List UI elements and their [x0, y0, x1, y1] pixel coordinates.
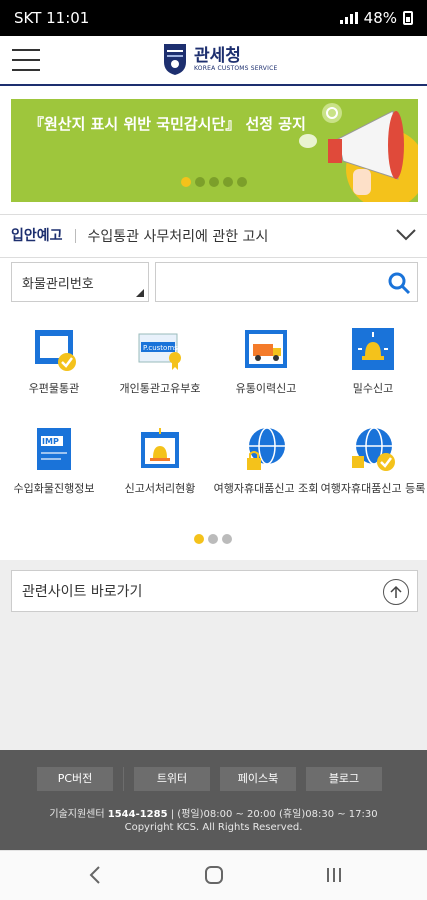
service-item-distribution[interactable]: 유통이력신고	[213, 326, 319, 396]
recent-apps-icon[interactable]	[324, 865, 344, 885]
footer-link-pc[interactable]: PC버전	[37, 767, 113, 791]
report-status-icon	[141, 428, 179, 468]
service-item-pcustoms[interactable]: P.customs 개인통관고유부호	[107, 326, 213, 396]
related-sites-label: 관련사이트 바로가기	[22, 584, 143, 600]
search-input-box	[155, 262, 418, 302]
support-number: 1544-1285	[107, 809, 168, 820]
footer-links: PC버전 트위터 페이스북 블로그	[37, 767, 382, 791]
service-pager[interactable]	[194, 534, 232, 544]
svg-text:IMP: IMP	[42, 437, 59, 446]
carrier-time: SKT 11:01	[14, 9, 90, 27]
kcs-logo[interactable]: 관세청 KOREA CUSTOMS SERVICE	[162, 42, 277, 76]
service-label: 신고서처리현황	[124, 482, 196, 495]
footer-link-facebook[interactable]: 페이스북	[220, 767, 296, 791]
menu-icon[interactable]	[12, 49, 40, 71]
customs-emblem-icon	[164, 44, 186, 75]
banner-pager[interactable]	[181, 177, 247, 187]
globe-check-icon	[352, 427, 395, 471]
imp-document-icon: IMP	[37, 428, 71, 470]
p-customs-card-icon: P.customs	[138, 333, 181, 370]
promo-banner[interactable]: 『원산지 표시 위반 국민감시단』 선정 공지	[11, 99, 418, 202]
arrow-up-icon[interactable]	[383, 579, 409, 605]
cargo-search: 화물관리번호	[11, 262, 418, 302]
service-item-smuggling[interactable]: 밀수신고	[320, 326, 426, 396]
related-sites-button[interactable]: 관련사이트 바로가기	[11, 570, 418, 612]
mail-check-icon	[35, 330, 76, 371]
logo-title: 관세청	[194, 45, 241, 66]
footer-link-blog[interactable]: 블로그	[306, 767, 382, 791]
service-label: 여행자휴대품신고 등록	[320, 482, 426, 495]
chevron-down-icon[interactable]	[395, 227, 417, 243]
footer: PC버전 트위터 페이스북 블로그 기술지원센터 1544-1285 | (평일…	[0, 750, 427, 850]
service-item-import-cargo[interactable]: IMP 수입화물진행정보	[1, 426, 107, 496]
search-type-select[interactable]: 화물관리번호	[11, 262, 149, 302]
service-label: 밀수신고	[352, 382, 394, 395]
service-item-mail[interactable]: 우편물통관	[1, 326, 107, 396]
notice-message[interactable]: 수입통관 사무처리에 관한 고시	[76, 226, 269, 246]
search-input[interactable]	[156, 263, 417, 301]
battery-icon	[403, 11, 413, 25]
system-nav-bar	[0, 850, 427, 900]
status-icons: 48%	[339, 9, 413, 27]
signal-icon	[339, 12, 358, 24]
globe-lock-icon	[247, 427, 285, 470]
notice-category: 입안예고	[11, 229, 76, 243]
footer-divider	[123, 767, 124, 791]
notice-ticker[interactable]: 입안예고 수입통관 사무처리에 관한 고시	[0, 214, 427, 258]
footer-link-twitter[interactable]: 트위터	[134, 767, 210, 791]
service-item-report-status[interactable]: 신고서처리현황	[107, 426, 213, 496]
service-label: 개인통관고유부호	[119, 382, 201, 395]
service-label: 여행자휴대품신고 조회	[213, 482, 319, 495]
svg-text:P.customs: P.customs	[143, 344, 178, 352]
battery-text: 48%	[363, 9, 397, 27]
delivery-truck-icon	[245, 330, 287, 368]
service-item-traveler-register[interactable]: 여행자휴대품신고 등록	[320, 426, 426, 496]
support-label: 기술지원센터	[49, 809, 105, 820]
search-icon[interactable]	[387, 271, 411, 295]
copyright-text: Copyright KCS. All Rights Reserved.	[124, 822, 303, 833]
service-label: 수입화물진행정보	[13, 482, 95, 495]
service-label: 우편물통관	[28, 382, 80, 395]
footer-info: 기술지원센터 1544-1285 | (평일)08:00 ~ 20:00 (휴일…	[0, 808, 427, 834]
service-item-traveler-query[interactable]: 여행자휴대품신고 조회	[213, 426, 319, 496]
megaphone-icon	[299, 103, 418, 202]
service-label: 유통이력신고	[235, 382, 297, 395]
banner-text: 『원산지 표시 위반 국민감시단』 선정 공지	[29, 115, 306, 133]
app-header: 관세청 KOREA CUSTOMS SERVICE	[0, 36, 427, 86]
support-hours: | (평일)08:00 ~ 20:00 (휴일)08:30 ~ 17:30	[170, 809, 378, 820]
alarm-bell-icon	[352, 328, 394, 370]
back-icon[interactable]	[88, 865, 102, 885]
status-bar: SKT 11:01 48%	[0, 0, 427, 36]
logo-subtitle: KOREA CUSTOMS SERVICE	[194, 64, 278, 72]
home-icon[interactable]	[204, 865, 224, 885]
